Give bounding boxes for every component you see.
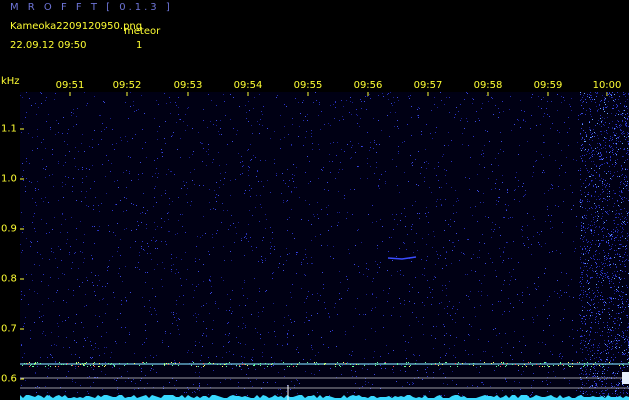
- freq-tick-label: 0.6: [1, 373, 17, 385]
- time-tick-label: 09:58: [473, 80, 503, 91]
- filename-label: Kameoka2209120950.png: [10, 21, 143, 32]
- spectrogram-canvas: [20, 92, 629, 400]
- app-title: M R O F F T [ 0.1.3 ]: [10, 2, 173, 13]
- time-tick-label: 09:57: [413, 80, 443, 91]
- right-edge-marker: [622, 372, 629, 384]
- time-tick-label: 09:54: [233, 80, 263, 91]
- noise-layer: [20, 92, 629, 400]
- time-tick-label: 09:59: [533, 80, 563, 91]
- time-tick-label: 09:51: [55, 80, 85, 91]
- datetime-label: 22.09.12 09:50: [10, 40, 87, 51]
- freq-tick-label: 0.9: [1, 223, 17, 235]
- meteor-label: meteor: [124, 26, 161, 37]
- freq-tick-label: 1.1: [1, 123, 17, 135]
- time-tick-label: 09:56: [353, 80, 383, 91]
- freq-tick-label: 0.7: [1, 323, 17, 335]
- time-tick-label: 09:52: [112, 80, 142, 91]
- time-tick-label: 09:55: [293, 80, 323, 91]
- y-axis-unit: kHz: [1, 76, 20, 87]
- mrofft-window: M R O F F T [ 0.1.3 ] Kameoka2209120950.…: [0, 0, 629, 400]
- bottom-level-trace: [20, 395, 629, 400]
- meteor-count: 1: [136, 40, 143, 51]
- freq-tick-label: 1.0: [1, 173, 17, 185]
- freq-tick-label: 0.8: [1, 273, 17, 285]
- time-tick-label: 09:53: [173, 80, 203, 91]
- time-tick-label: 10:00: [592, 80, 622, 91]
- meteor-echo-trace: [387, 256, 417, 260]
- spectrogram-panel: [20, 92, 629, 400]
